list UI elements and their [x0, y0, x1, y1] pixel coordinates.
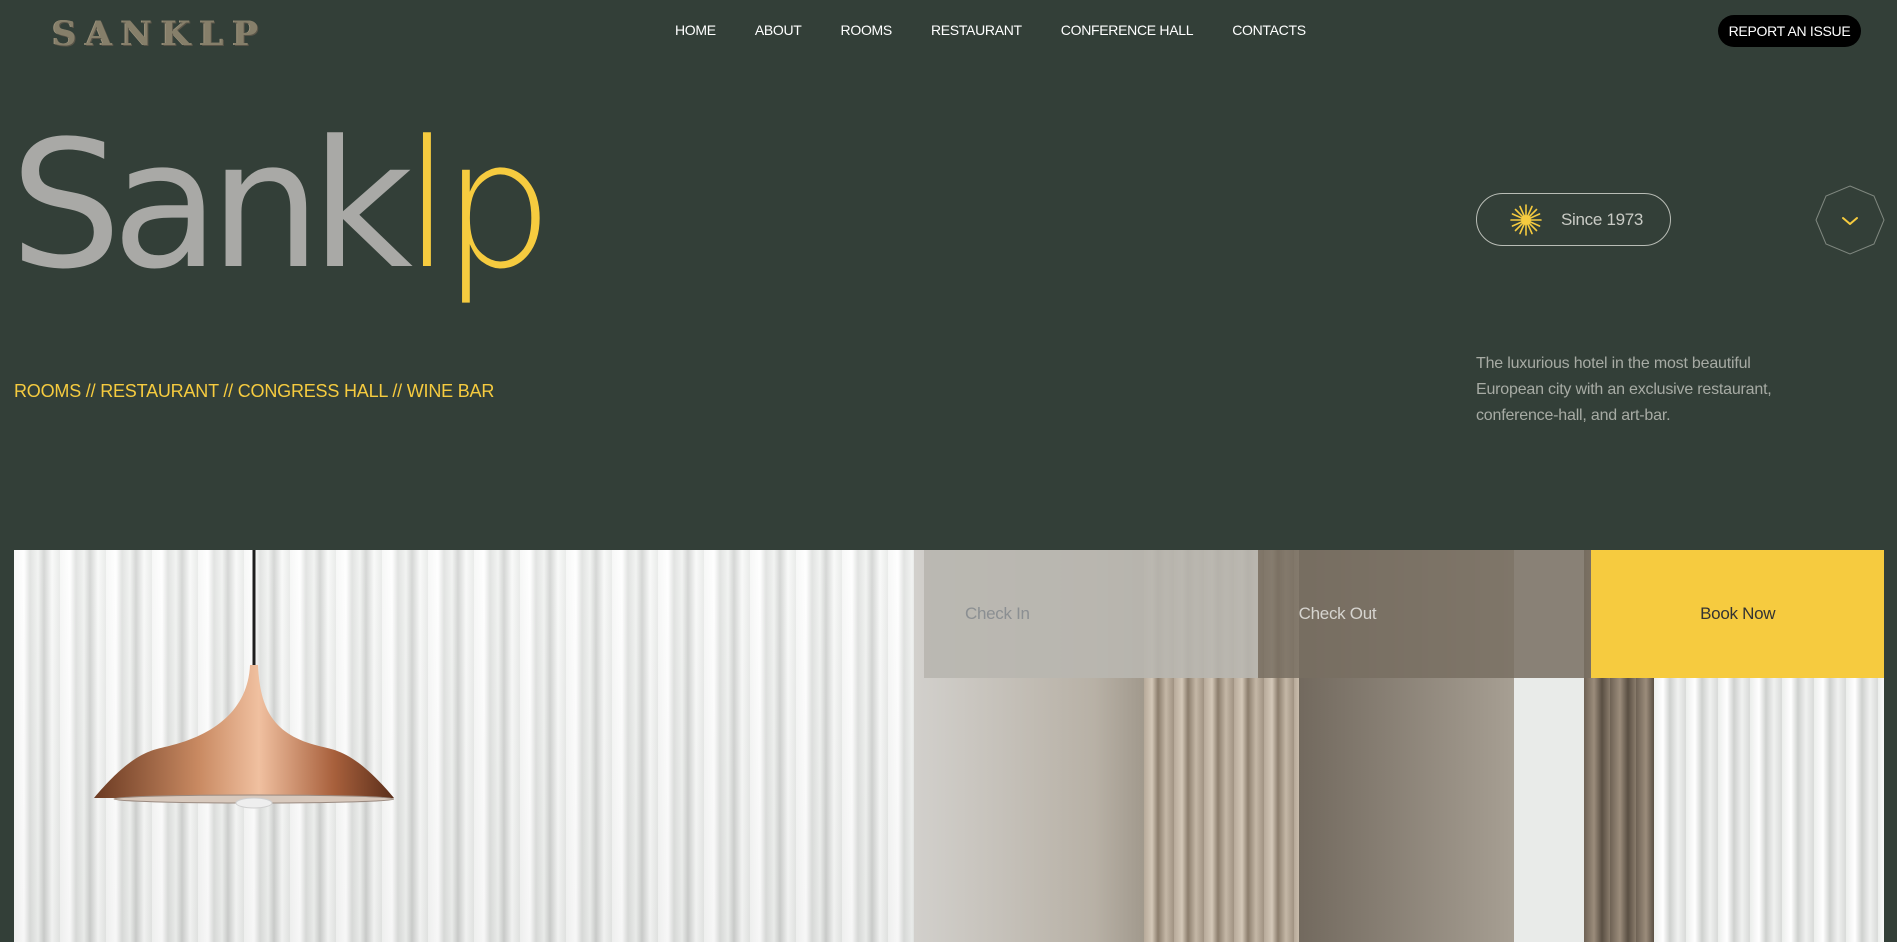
- check-in-field[interactable]: Check In: [924, 550, 1258, 678]
- nav-restaurant[interactable]: RESTAURANT: [931, 22, 1022, 38]
- nav-contacts[interactable]: CONTACTS: [1232, 22, 1306, 38]
- since-badge: Since 1973: [1476, 193, 1671, 246]
- nav-home[interactable]: HOME: [675, 22, 716, 38]
- since-label: Since 1973: [1561, 209, 1644, 229]
- hero-description: The luxurious hotel in the most beautifu…: [1476, 355, 1772, 424]
- scroll-down-button[interactable]: [1814, 184, 1886, 256]
- hero-title-yellow: lp: [403, 103, 554, 308]
- hero-title: Sanklp: [10, 118, 554, 294]
- nav-rooms[interactable]: ROOMS: [841, 22, 893, 38]
- sparkle-star-icon: [1510, 203, 1542, 236]
- logo[interactable]: SANKLP: [52, 14, 267, 54]
- nav-conference-hall[interactable]: CONFERENCE HALL: [1061, 22, 1194, 38]
- check-out-field[interactable]: Check Out: [1257, 550, 1592, 678]
- tagline: ROOMS // RESTAURANT // CONGRESS HALL // …: [14, 381, 495, 401]
- hero-title-grey: Sank: [10, 103, 413, 308]
- main-nav: HOME ABOUT ROOMS RESTAURANT CONFERENCE H…: [675, 22, 1345, 38]
- book-now-button[interactable]: Book Now: [1591, 550, 1885, 678]
- nav-about[interactable]: ABOUT: [755, 22, 802, 38]
- pendant-lamp: [94, 550, 394, 809]
- booking-bar: Check In Check Out Book Now: [924, 550, 1885, 678]
- chevron-down-icon: [1842, 217, 1858, 225]
- report-issue-button[interactable]: REPORT AN ISSUE: [1718, 15, 1861, 47]
